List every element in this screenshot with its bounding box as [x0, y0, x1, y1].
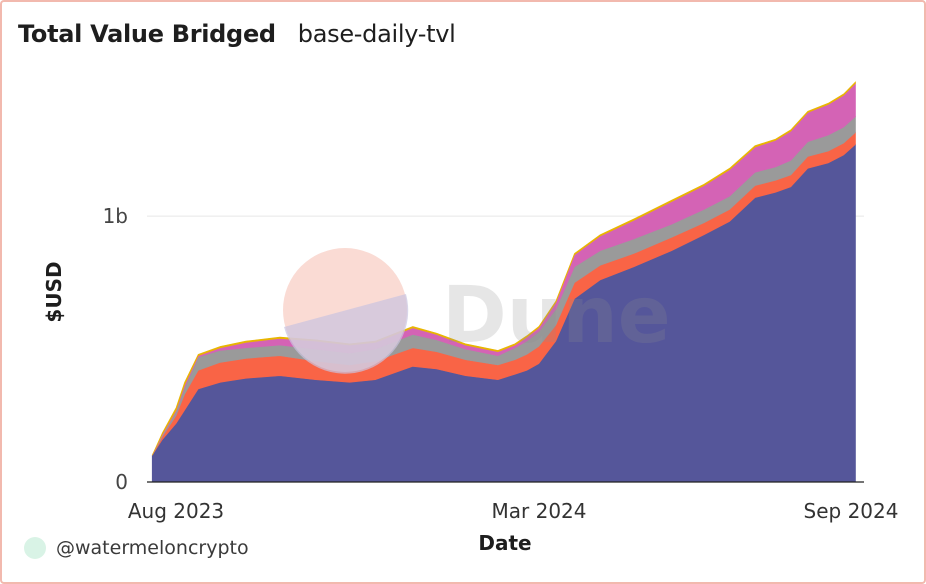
y-tick-label: 0 [115, 470, 128, 494]
x-tick-label: Mar 2024 [492, 499, 587, 523]
x-tick-label: Sep 2024 [804, 499, 899, 523]
avatar [24, 537, 46, 559]
x-tick-label: Aug 2023 [128, 499, 224, 523]
watermark-text: Dune [442, 271, 671, 361]
credit-footer: @watermeloncrypto [24, 537, 249, 559]
chart-card: Total Value Bridged base-daily-tvl 0 1b Du… [0, 0, 926, 584]
credit-handle[interactable]: @watermeloncrypto [56, 537, 249, 559]
x-axis-title: Date [478, 531, 531, 555]
chart-canvas: 0 1b Dune Aug 2023 Mar 2024 Sep 2024 Date $USD [42, 81, 899, 555]
y-axis-title: $USD [42, 261, 66, 322]
y-tick-label: 1b [103, 204, 128, 228]
